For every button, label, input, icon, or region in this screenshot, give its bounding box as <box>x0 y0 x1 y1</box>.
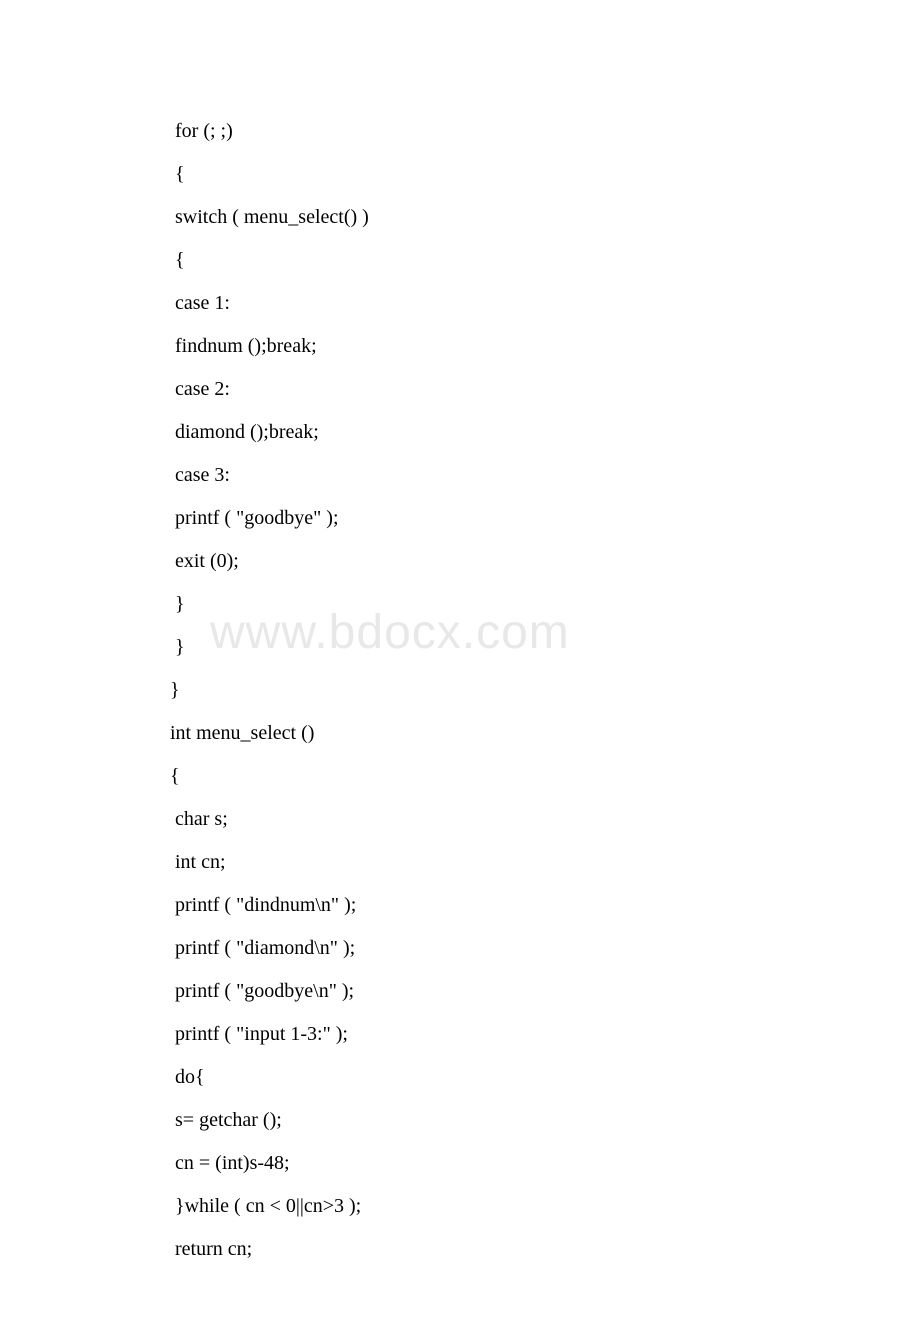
code-line: int cn; <box>170 841 750 884</box>
code-line: case 1: <box>170 282 750 325</box>
code-line: printf ( "input 1-3:" ); <box>170 1013 750 1056</box>
code-line: return cn; <box>170 1228 750 1271</box>
code-line: { <box>170 239 750 282</box>
code-line: switch ( menu_select() ) <box>170 196 750 239</box>
code-line: exit (0); <box>170 540 750 583</box>
code-line: diamond ();break; <box>170 411 750 454</box>
code-line: s= getchar (); <box>170 1099 750 1142</box>
code-line: printf ( "goodbye\n" ); <box>170 970 750 1013</box>
code-line: case 3: <box>170 454 750 497</box>
code-line: }while ( cn < 0||cn>3 ); <box>170 1185 750 1228</box>
code-line: printf ( "diamond\n" ); <box>170 927 750 970</box>
code-line: char s; <box>170 798 750 841</box>
code-line: } <box>170 583 750 626</box>
code-line: { <box>170 153 750 196</box>
document-page: for (; ;) { switch ( menu_select() ) { c… <box>0 0 920 1331</box>
code-line: printf ( "dindnum\n" ); <box>170 884 750 927</box>
code-line: findnum ();break; <box>170 325 750 368</box>
code-line: int menu_select () <box>170 712 750 755</box>
code-line: } <box>170 669 750 712</box>
code-line: printf ( "goodbye" ); <box>170 497 750 540</box>
code-line: case 2: <box>170 368 750 411</box>
code-line: do{ <box>170 1056 750 1099</box>
code-line: for (; ;) <box>170 110 750 153</box>
code-line: cn = (int)s-48; <box>170 1142 750 1185</box>
code-line: } <box>170 626 750 669</box>
code-line: { <box>170 755 750 798</box>
